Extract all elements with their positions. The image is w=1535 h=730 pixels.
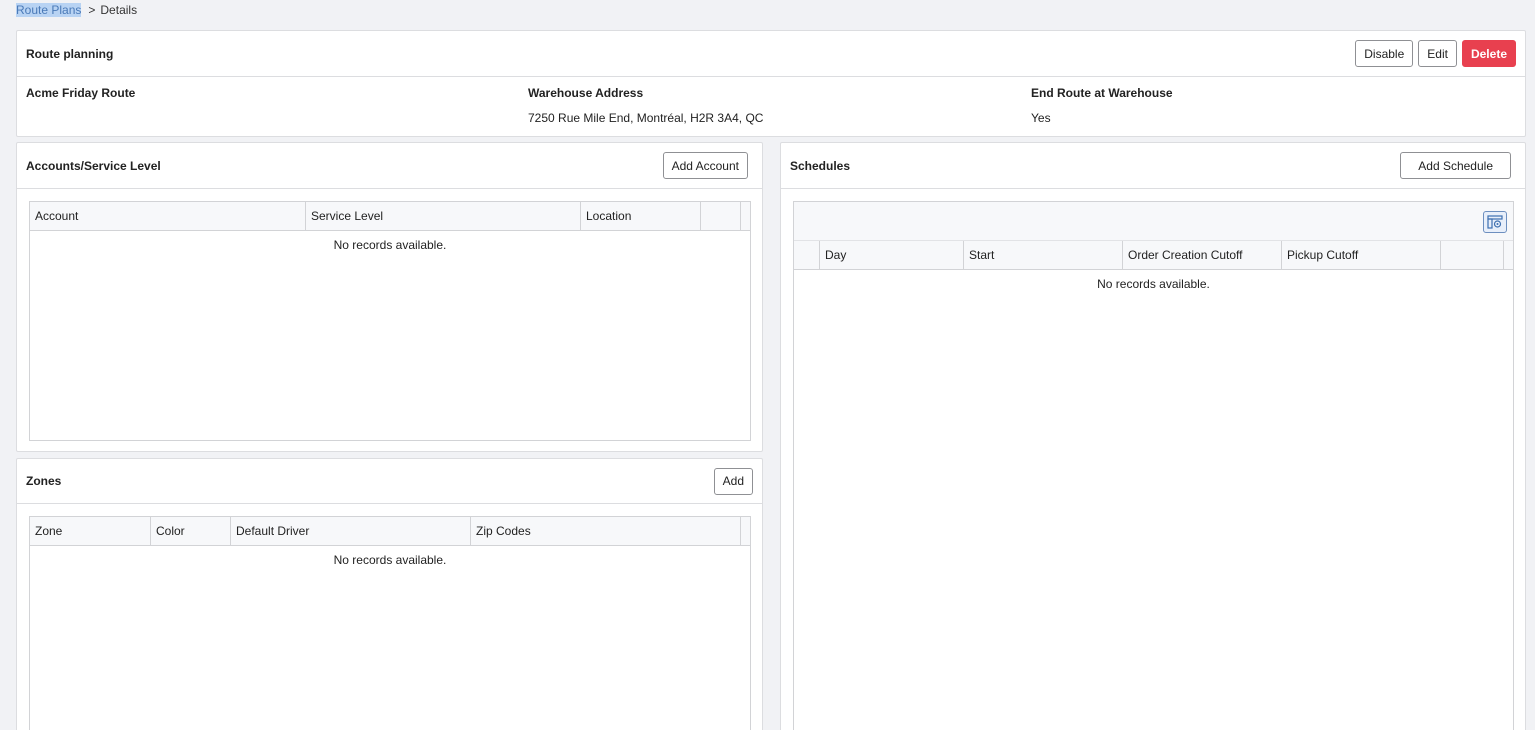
column-header-location[interactable]: Location [581,202,701,230]
zones-grid-header: Zone Color Default Driver Zip Codes [30,517,750,546]
schedules-card: Schedules Add Schedule Day Start Order C… [780,142,1526,730]
route-name: Acme Friday Route [26,86,136,100]
end-route-label: End Route at Warehouse [1031,86,1173,100]
column-header-zone[interactable]: Zone [30,517,151,545]
warehouse-address-value: 7250 Rue Mile End, Montréal, H2R 3A4, QC [528,111,764,125]
add-account-button[interactable]: Add Account [662,152,748,179]
zones-header: Zones Add [17,459,762,504]
add-zone-button[interactable]: Add [713,467,753,495]
schedules-grid-toolbar [794,202,1513,241]
column-chooser-icon [1487,215,1503,229]
accounts-grid-header: Account Service Level Location [30,202,750,231]
zones-title: Zones [26,474,62,488]
breadcrumb-route-plans-link[interactable]: Route Plans [16,3,82,17]
column-header-start[interactable]: Start [964,241,1123,269]
breadcrumb-separator: > [88,3,96,17]
column-header-color[interactable]: Color [151,517,231,545]
delete-button[interactable]: Delete [1461,40,1516,67]
accounts-header: Accounts/Service Level Add Account [17,143,762,189]
route-info: Acme Friday Route Warehouse Address 7250… [17,77,1525,137]
schedules-empty-message: No records available. [1097,277,1210,291]
column-chooser-button[interactable] [1483,211,1507,233]
warehouse-address-label: Warehouse Address [528,86,644,100]
breadcrumb: Route Plans > Details [16,3,137,17]
column-header-actions [701,202,741,230]
accounts-grid: Account Service Level Location No record… [29,201,751,441]
disable-button[interactable]: Disable [1355,40,1414,67]
route-name-col: Acme Friday Route [26,87,135,100]
schedules-grid: Day Start Order Creation Cutoff Pickup C… [793,201,1514,730]
column-header-account[interactable]: Account [30,202,306,230]
zones-card: Zones Add Zone Color Default Driver Zip … [16,458,763,730]
column-header-day[interactable]: Day [820,241,964,269]
schedules-grid-header: Day Start Order Creation Cutoff Pickup C… [794,241,1513,270]
accounts-title: Accounts/Service Level [26,158,161,173]
accounts-card: Accounts/Service Level Add Account Accou… [16,142,763,452]
warehouse-address-col: Warehouse Address 7250 Rue Mile End, Mon… [528,87,763,125]
column-header-select [794,241,820,269]
column-header-service-level[interactable]: Service Level [306,202,581,230]
route-planning-title: Route planning [26,46,114,61]
end-route-value: Yes [1031,111,1051,125]
end-route-col: End Route at Warehouse Yes [1031,87,1173,125]
column-header-default-driver[interactable]: Default Driver [231,517,471,545]
column-header-actions [1441,241,1504,269]
column-header-order-creation-cutoff[interactable]: Order Creation Cutoff [1123,241,1282,269]
route-actions: Disable Edit Delete [1355,40,1516,67]
route-planning-header: Route planning Disable Edit Delete [17,31,1525,77]
breadcrumb-current: Details [100,3,138,17]
add-schedule-button[interactable]: Add Schedule [1400,152,1511,179]
schedules-title: Schedules [790,158,851,173]
route-planning-card: Route planning Disable Edit Delete Acme … [16,30,1526,137]
edit-button[interactable]: Edit [1418,40,1457,67]
column-header-pickup-cutoff[interactable]: Pickup Cutoff [1282,241,1441,269]
zones-empty-message: No records available. [333,553,447,567]
column-header-zip-codes[interactable]: Zip Codes [471,517,741,545]
accounts-empty-message: No records available. [333,238,447,252]
schedules-header: Schedules Add Schedule [781,143,1525,189]
zones-grid: Zone Color Default Driver Zip Codes No r… [29,516,751,730]
